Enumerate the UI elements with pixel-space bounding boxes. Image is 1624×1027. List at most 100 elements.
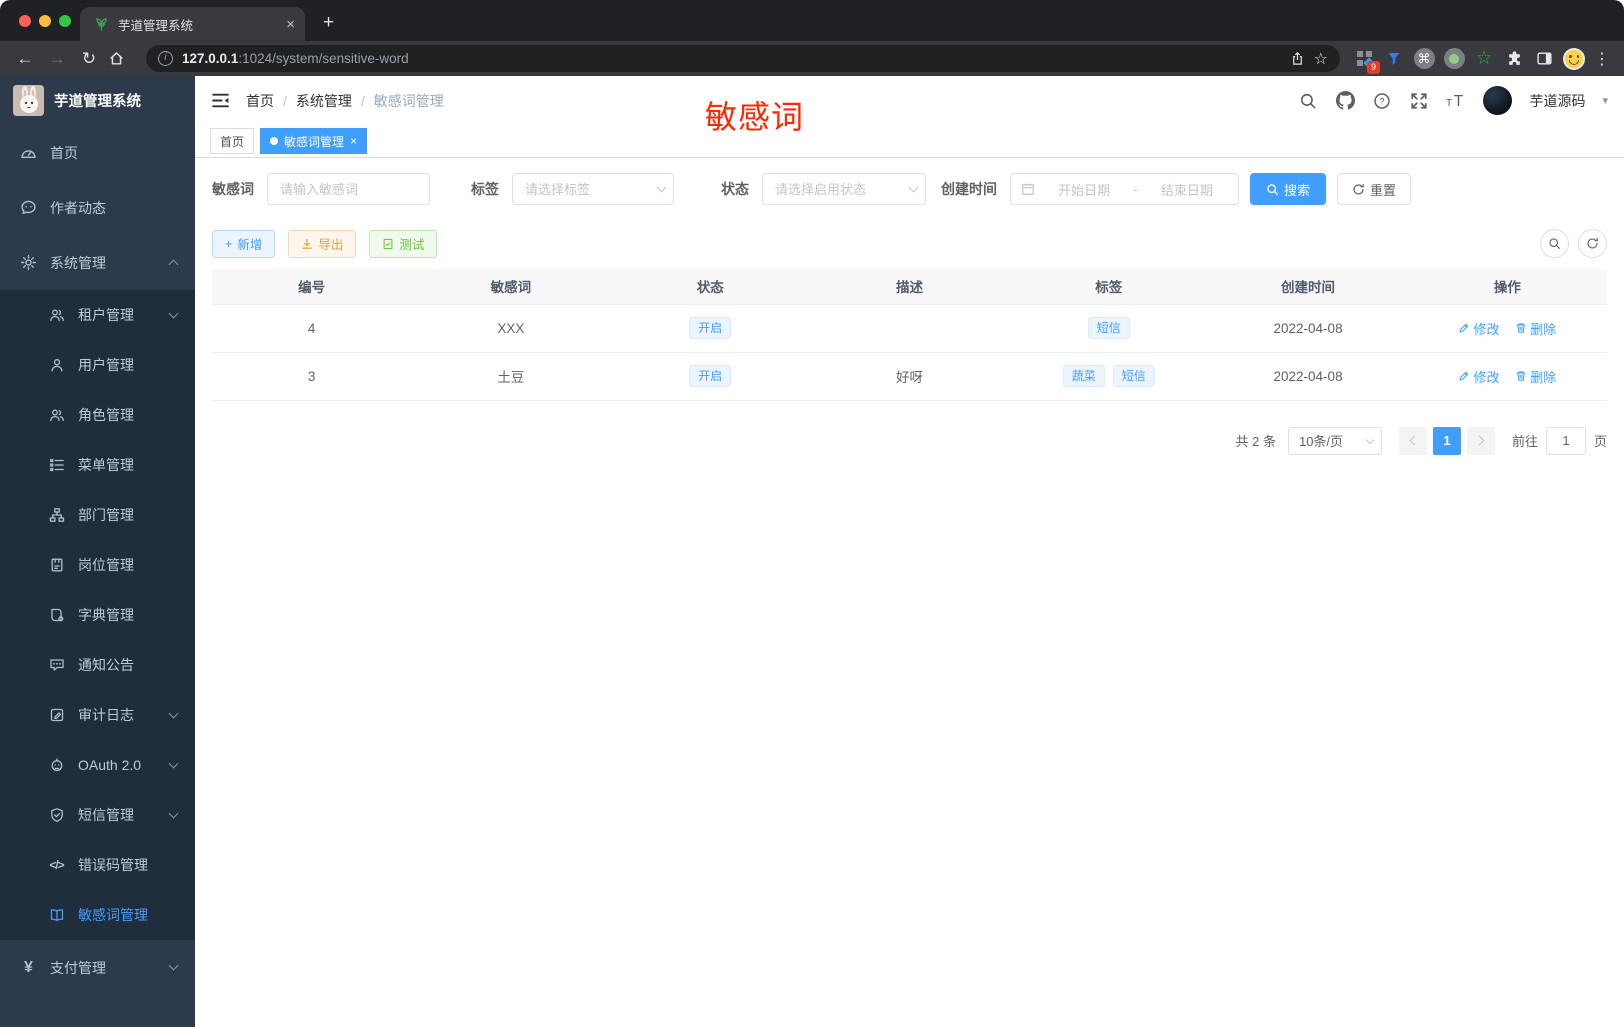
funnel-icon	[1388, 52, 1400, 65]
tab-close-icon[interactable]: ×	[286, 16, 295, 33]
delete-link[interactable]: 删除	[1515, 367, 1556, 386]
toggle-search-button[interactable]	[1540, 229, 1569, 258]
extension-grid-button[interactable]: 9	[1352, 47, 1380, 74]
close-window-button[interactable]	[19, 15, 31, 27]
fullscreen-button[interactable]	[1409, 91, 1429, 111]
fullscreen-icon	[1411, 92, 1428, 109]
minimize-window-button[interactable]	[39, 15, 51, 27]
sidebar-item-sensitive-word-management[interactable]: 敏感词管理	[0, 890, 195, 940]
sidebar-item-label: 租户管理	[78, 307, 134, 323]
breadcrumb-separator: /	[360, 92, 365, 109]
tag-close-icon[interactable]: ×	[350, 134, 357, 148]
sidebar-item-home[interactable]: 首页	[0, 125, 195, 180]
back-button[interactable]: ←	[12, 49, 38, 69]
sidebar-menu: 首页 作者动态 系统管理 租户管理 用户管理 角色管理 菜单管理 部门管理 岗位…	[0, 125, 195, 1027]
collapse-sidebar-button[interactable]	[211, 92, 230, 109]
breadcrumb-home[interactable]: 首页	[246, 91, 274, 111]
cell-created: 2022-04-08	[1208, 303, 1408, 353]
goto-page-input[interactable]	[1545, 426, 1586, 455]
tag-view-sensitive-word[interactable]: 敏感词管理 ×	[260, 128, 368, 154]
sidebar-item-payment-management[interactable]: ¥ 支付管理	[0, 940, 195, 995]
search-filter-form: 敏感词 标签 状态 创建时间 开始日期	[212, 173, 1607, 205]
status-select-input[interactable]	[762, 173, 926, 205]
next-page-button[interactable]	[1466, 426, 1495, 455]
sidebar-item-label: 字典管理	[78, 607, 134, 623]
user-avatar[interactable]	[1483, 86, 1513, 115]
date-range-picker[interactable]: 开始日期 - 结束日期	[1010, 173, 1239, 205]
sidebar-item-department-management[interactable]: 部门管理	[0, 490, 195, 540]
site-info-icon[interactable]: i	[158, 51, 173, 66]
github-link[interactable]	[1335, 91, 1355, 111]
favicon-plant-icon	[96, 17, 107, 31]
sidebar-item-error-code-management[interactable]: </> 错误码管理	[0, 840, 195, 890]
edit-link-label: 修改	[1473, 369, 1500, 385]
sidebar-item-audit-log[interactable]: 审计日志	[0, 690, 195, 740]
username[interactable]: 芋道源码	[1529, 91, 1585, 111]
help-icon: ?	[1374, 92, 1391, 109]
page-size-select[interactable]: 10条/页	[1287, 426, 1382, 455]
chevron-down-icon	[168, 960, 179, 971]
reset-button[interactable]: 重置	[1337, 173, 1412, 205]
status-select[interactable]	[762, 173, 926, 205]
tag-view-home[interactable]: 首页	[210, 128, 255, 154]
cell-description	[809, 303, 1010, 353]
cell-actions: 修改 删除	[1407, 352, 1607, 401]
sidebar-item-author-news[interactable]: 作者动态	[0, 180, 195, 235]
bookmark-button[interactable]: ☆	[1314, 49, 1328, 69]
browser-profile-button[interactable]	[1562, 47, 1586, 71]
page-number-1[interactable]: 1	[1432, 426, 1461, 455]
open-book-icon	[48, 907, 65, 924]
reload-button[interactable]: ↻	[76, 49, 102, 69]
sidebar-item-oauth2[interactable]: OAuth 2.0	[0, 740, 195, 790]
sidebar-item-user-management[interactable]: 用户管理	[0, 340, 195, 390]
home-button[interactable]	[108, 50, 134, 67]
share-button[interactable]	[1290, 51, 1305, 67]
sidebar-item-label: 首页	[50, 144, 78, 161]
prev-page-button[interactable]	[1398, 426, 1427, 455]
user-menu-caret-icon[interactable]: ▾	[1602, 94, 1608, 107]
extension-recorder-button[interactable]	[1442, 47, 1466, 71]
sidebar-item-label: 部门管理	[78, 507, 134, 523]
zoom-window-button[interactable]	[59, 15, 71, 27]
chevron-down-icon	[168, 708, 179, 718]
sidebar-item-sms-management[interactable]: 短信管理	[0, 790, 195, 840]
sidebar-item-role-management[interactable]: 角色管理	[0, 390, 195, 440]
tag-select-input[interactable]	[512, 173, 674, 205]
edit-link[interactable]: 修改	[1458, 367, 1499, 386]
font-size-button[interactable]: TT	[1446, 91, 1466, 111]
forward-button[interactable]: →	[44, 49, 70, 69]
refresh-table-button[interactable]	[1578, 229, 1607, 258]
sidebar-item-tenant-management[interactable]: 租户管理	[0, 290, 195, 340]
search-button[interactable]: 搜索	[1250, 173, 1327, 205]
add-button[interactable]: + 新增	[212, 229, 276, 258]
extension-command-button[interactable]: ⌘	[1412, 47, 1436, 71]
help-button[interactable]: ?	[1372, 91, 1392, 111]
keyword-input[interactable]	[267, 173, 430, 205]
document-check-icon	[383, 238, 393, 249]
sidebar-item-menu-management[interactable]: 菜单管理	[0, 440, 195, 490]
svg-text:?: ?	[1380, 96, 1385, 106]
extensions-menu-button[interactable]	[1502, 47, 1526, 71]
extension-star-button[interactable]: ☆	[1472, 47, 1496, 71]
breadcrumb-system[interactable]: 系统管理	[296, 91, 352, 111]
browser-tab[interactable]: 芋道管理系统 ×	[80, 7, 305, 41]
side-panel-button[interactable]	[1532, 47, 1556, 71]
delete-link[interactable]: 删除	[1515, 319, 1556, 338]
tag-select[interactable]	[512, 173, 674, 205]
cell-tags: 短信	[1009, 303, 1209, 353]
sidebar-item-system-management[interactable]: 系统管理	[0, 235, 195, 290]
sidebar-item-dict-management[interactable]: 字典管理	[0, 590, 195, 640]
edit-link[interactable]: 修改	[1458, 319, 1499, 338]
sidebar-item-post-management[interactable]: 岗位管理	[0, 540, 195, 590]
new-tab-button[interactable]: +	[323, 12, 334, 34]
browser-menu-button[interactable]: ⋮	[1592, 49, 1612, 69]
header-search-button[interactable]	[1298, 91, 1318, 111]
url-bar[interactable]: i 127.0.0.1:1024/system/sensitive-word ☆	[146, 45, 1340, 72]
sidebar-item-notice[interactable]: 通知公告	[0, 640, 195, 690]
export-button[interactable]: 导出	[288, 229, 357, 258]
trash-icon	[1516, 323, 1526, 333]
goto-label: 前往	[1511, 434, 1538, 449]
extension-funnel-button[interactable]	[1382, 47, 1406, 71]
sidebar-logo-row[interactable]: 芋道管理系统	[0, 76, 195, 125]
test-button[interactable]: 测试	[369, 229, 438, 258]
